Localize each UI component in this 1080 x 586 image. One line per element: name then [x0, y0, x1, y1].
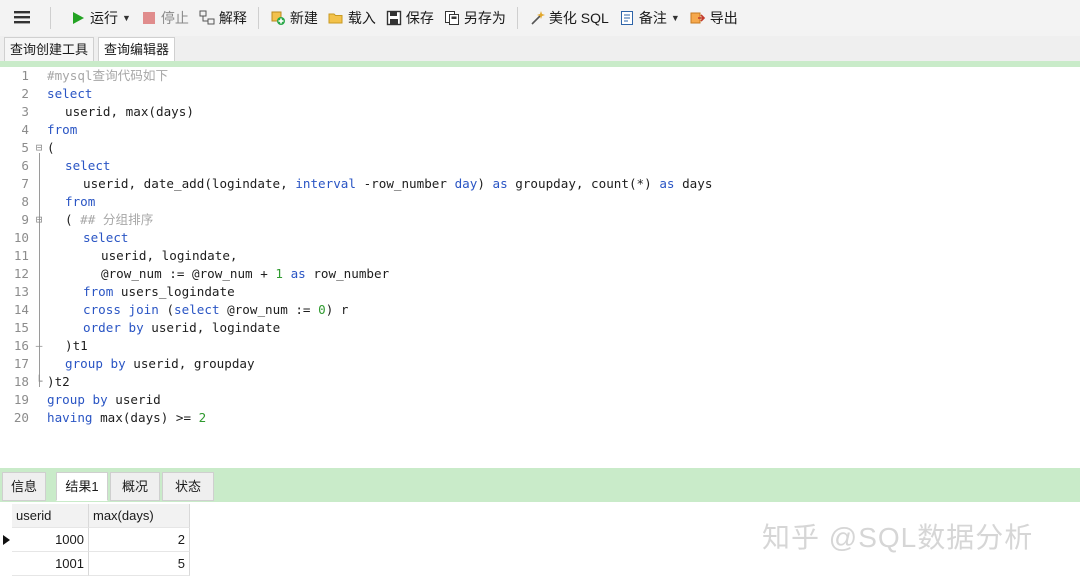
watermark-text: 知乎 @SQL数据分析: [762, 522, 1034, 553]
beautify-sql-label: 美化 SQL: [548, 10, 609, 26]
toolbar-separator: [257, 7, 259, 29]
load-label: 载入: [347, 10, 376, 26]
load-button[interactable]: 载入: [323, 4, 381, 32]
code-line-9-text: ( ## 分组排序: [65, 212, 154, 227]
stop-icon: [141, 10, 157, 26]
new-button[interactable]: 新建: [265, 4, 323, 32]
export-icon: [690, 10, 706, 26]
tab-query-editor[interactable]: 查询编辑器: [98, 37, 176, 61]
code-line-7-text: userid, date_add(logindate, interval -ro…: [83, 176, 713, 191]
explain-button[interactable]: 解释: [194, 4, 252, 32]
tab-query-builder[interactable]: 查询创建工具: [4, 37, 95, 61]
magic-wand-icon: [529, 10, 545, 26]
note-label: 备注: [638, 10, 667, 26]
code-line: 5 ⊟(: [21, 139, 55, 157]
chevron-down-icon[interactable]: ▼: [122, 13, 131, 23]
save-as-button[interactable]: 另存为: [439, 4, 511, 32]
toolbar-separator: [516, 7, 518, 29]
table-cell[interactable]: 1001: [12, 552, 89, 576]
code-line-17-text: group by userid, groupday: [65, 356, 255, 371]
code-line-20-text: having max(days) >= 2: [47, 410, 207, 425]
tab-info[interactable]: 信息: [2, 472, 46, 501]
menu-button[interactable]: [0, 4, 44, 32]
code-line: 10 select: [13, 230, 129, 245]
main-toolbar: 运行 ▼ 停止 解释 新建 载入 保存 另存为 美化 SQL 备注 ▼ 导出: [0, 0, 1080, 37]
beautify-sql-button[interactable]: 美化 SQL: [524, 4, 614, 32]
run-button[interactable]: 运行 ▼: [65, 4, 136, 32]
code-line: 15 order by userid, logindate: [13, 320, 281, 335]
column-header-userid[interactable]: userid: [12, 504, 89, 528]
save-button[interactable]: 保存: [381, 4, 439, 32]
floppy-disk-icon: [386, 10, 402, 26]
code-line: 18 └)t2: [13, 374, 70, 389]
save-label: 保存: [405, 10, 434, 26]
save-as-label: 另存为: [463, 10, 506, 26]
toolbar-separator: [50, 7, 51, 29]
code-line-15-text: order by userid, logindate: [83, 320, 281, 335]
code-line: 13 from users_logindate: [13, 284, 235, 299]
code-line: 12 @row_num := @row_num + 1 as row_number: [13, 266, 390, 281]
table-cell[interactable]: 5: [89, 552, 190, 576]
code-line: 6 select: [21, 158, 111, 173]
stop-button[interactable]: 停止: [136, 4, 194, 32]
note-button[interactable]: 备注 ▼: [614, 4, 685, 32]
new-label: 新建: [289, 10, 318, 26]
stop-label: 停止: [160, 10, 189, 26]
code-line-13-text: from users_logindate: [83, 284, 235, 299]
note-document-icon: [619, 10, 635, 26]
code-line: 2 select: [21, 86, 93, 101]
collapse-icon[interactable]: ⊟: [33, 211, 45, 229]
play-icon: [70, 10, 86, 26]
save-as-icon: [444, 10, 460, 26]
code-line-12-text: @row_num := @row_num + 1 as row_number: [101, 266, 390, 281]
tab-result-1[interactable]: 结果1: [56, 472, 108, 501]
folder-open-icon: [328, 10, 344, 26]
code-line: 11 userid, logindate,: [13, 248, 238, 263]
explain-icon: [199, 10, 215, 26]
collapse-icon[interactable]: ⊟: [33, 139, 45, 157]
code-line: 19 group by userid: [13, 392, 161, 407]
current-row-marker-icon: [0, 528, 12, 552]
code-line: 3 userid, max(days): [21, 104, 194, 119]
code-line: 8 from: [21, 194, 96, 209]
hamburger-menu-icon: [14, 10, 30, 27]
code-line: 16–)t1: [13, 338, 88, 353]
chevron-down-icon[interactable]: ▼: [671, 13, 680, 23]
export-button[interactable]: 导出: [685, 4, 743, 32]
table-cell[interactable]: 2: [89, 528, 190, 552]
code-line: 17 group by userid, groupday: [13, 356, 255, 371]
tab-status[interactable]: 状态: [162, 472, 214, 501]
column-header-max-days[interactable]: max(days): [89, 504, 190, 528]
code-line-19-text: group by userid: [47, 392, 161, 407]
code-line: 9 ⊟( ## 分组排序: [21, 211, 154, 229]
explain-label: 解释: [218, 10, 247, 26]
export-label: 导出: [709, 10, 738, 26]
code-line: 1 #mysql查询代码如下: [21, 68, 169, 83]
sql-editor[interactable]: 1 #mysql查询代码如下 2 select 3 userid, max(days)…: [0, 67, 1080, 465]
query-tab-bar: 查询创建工具 查询编辑器: [0, 36, 1080, 61]
code-line: 7 userid, date_add(logindate, interval -r…: [21, 176, 713, 191]
tab-overview[interactable]: 概况: [110, 472, 160, 501]
new-query-icon: [270, 10, 286, 26]
code-line: 14 cross join (select @row_num := 0) r: [13, 302, 349, 317]
code-line: 4 from: [21, 122, 78, 137]
run-label: 运行: [90, 10, 118, 26]
table-cell[interactable]: 1000: [12, 528, 89, 552]
code-line: 20 having max(days) >= 2: [13, 410, 207, 425]
code-line-14-text: cross join (select @row_num := 0) r: [83, 302, 349, 317]
